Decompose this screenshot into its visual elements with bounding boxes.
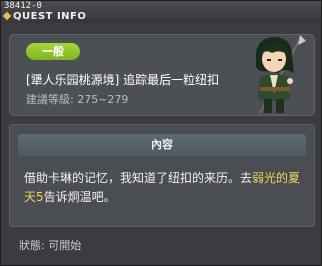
window-title: QUEST INFO [13, 11, 87, 22]
quest-name: [犟人乐园桃源境] 追踪最后一粒纽扣 [26, 73, 220, 87]
quest-header-panel: 一般 [犟人乐园桃源境] 追踪最后一粒纽扣 建議等級: 275~279 [9, 34, 315, 116]
description-text-end: 告诉炯温吧。 [43, 190, 116, 204]
quest-id: 38412-0 [4, 1, 42, 11]
description-text: 借助卡琳的记忆，我知道了纽扣的来历。去 [24, 171, 253, 185]
quest-content-panel: 內容 借助卡琳的记忆，我知道了纽扣的来历。去弱光的夏天5告诉炯温吧。 [9, 124, 315, 227]
quest-info-window: 38412-0 QUEST INFO 一般 [犟人乐园桃源境] 追踪最后一粒纽扣… [0, 0, 322, 266]
npc-portrait-icon [256, 35, 306, 114]
quest-category-badge: 一般 [26, 43, 80, 60]
title-bar[interactable]: 38412-0 QUEST INFO [1, 1, 321, 23]
quest-icon [2, 11, 12, 21]
recommended-level: 建議等級: 275~279 [26, 93, 129, 106]
content-header: 內容 [18, 134, 306, 156]
quest-description: 借助卡琳的记忆，我知道了纽扣的来历。去弱光的夏天5告诉炯温吧。 [24, 169, 306, 207]
quest-status: 狀態: 可開始 [19, 239, 82, 252]
